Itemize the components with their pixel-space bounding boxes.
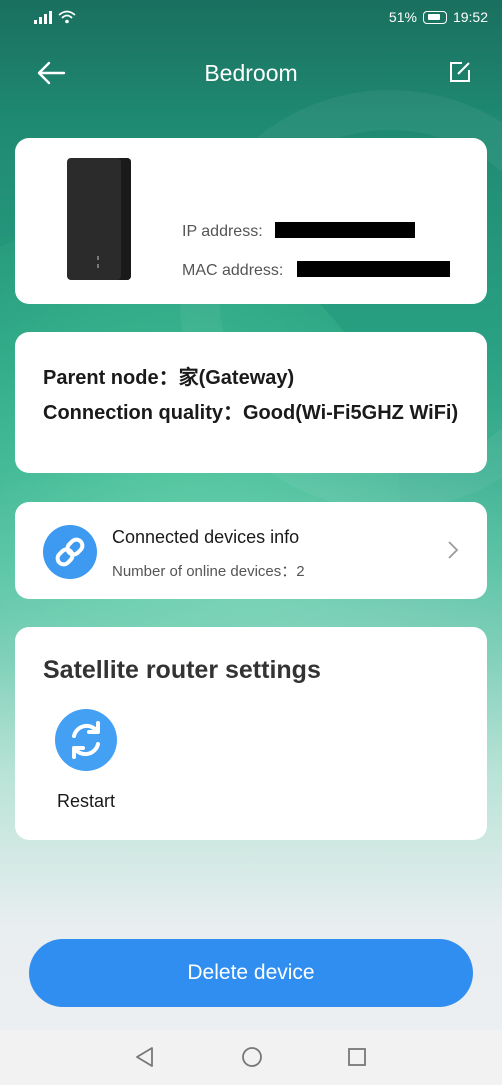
restart-button[interactable]: Restart	[43, 707, 129, 817]
header: Bedroom	[0, 50, 502, 98]
clock: 19:52	[452, 9, 488, 25]
wifi-icon	[58, 10, 76, 24]
parent-node-text: Parent node：家(Gateway)	[43, 367, 295, 389]
nav-home-icon[interactable]	[241, 1046, 263, 1068]
connected-devices-title: Connected devices info	[112, 527, 300, 547]
system-nav-bar	[0, 1030, 502, 1085]
link-icon	[43, 525, 97, 579]
refresh-icon	[55, 709, 117, 771]
edit-icon[interactable]	[448, 60, 472, 84]
nav-back-icon[interactable]	[134, 1046, 156, 1068]
satellite-settings-card: Satellite router settings Restart	[15, 627, 487, 840]
mac-address-value	[297, 261, 450, 277]
ip-address-value	[275, 222, 415, 238]
mac-address-label: MAC address:	[182, 262, 284, 279]
chevron-right-icon	[448, 541, 459, 559]
connection-quality-text: Connection quality：Good(Wi-Fi5GHZ WiFi)	[43, 402, 459, 424]
signal-icon	[34, 10, 52, 24]
page-title: Bedroom	[204, 60, 298, 86]
connected-devices-row[interactable]: Connected devices info Number of online …	[15, 502, 487, 599]
restart-label: Restart	[56, 791, 116, 811]
battery-percent: 51%	[388, 9, 417, 25]
ip-address-label: IP address:	[182, 223, 263, 240]
nav-recent-apps-icon[interactable]	[347, 1047, 367, 1067]
battery-icon	[422, 10, 447, 24]
node-info-card: Parent node：家(Gateway) Connection qualit…	[15, 332, 487, 473]
device-info-card: IP address: MAC address:	[15, 138, 487, 304]
online-devices-count: Number of online devices：2	[112, 563, 305, 580]
settings-title: Satellite router settings	[43, 656, 321, 684]
router-image	[67, 158, 131, 280]
status-bar: 51% 19:52	[0, 0, 502, 36]
delete-device-button[interactable]: Delete device	[29, 939, 473, 1007]
